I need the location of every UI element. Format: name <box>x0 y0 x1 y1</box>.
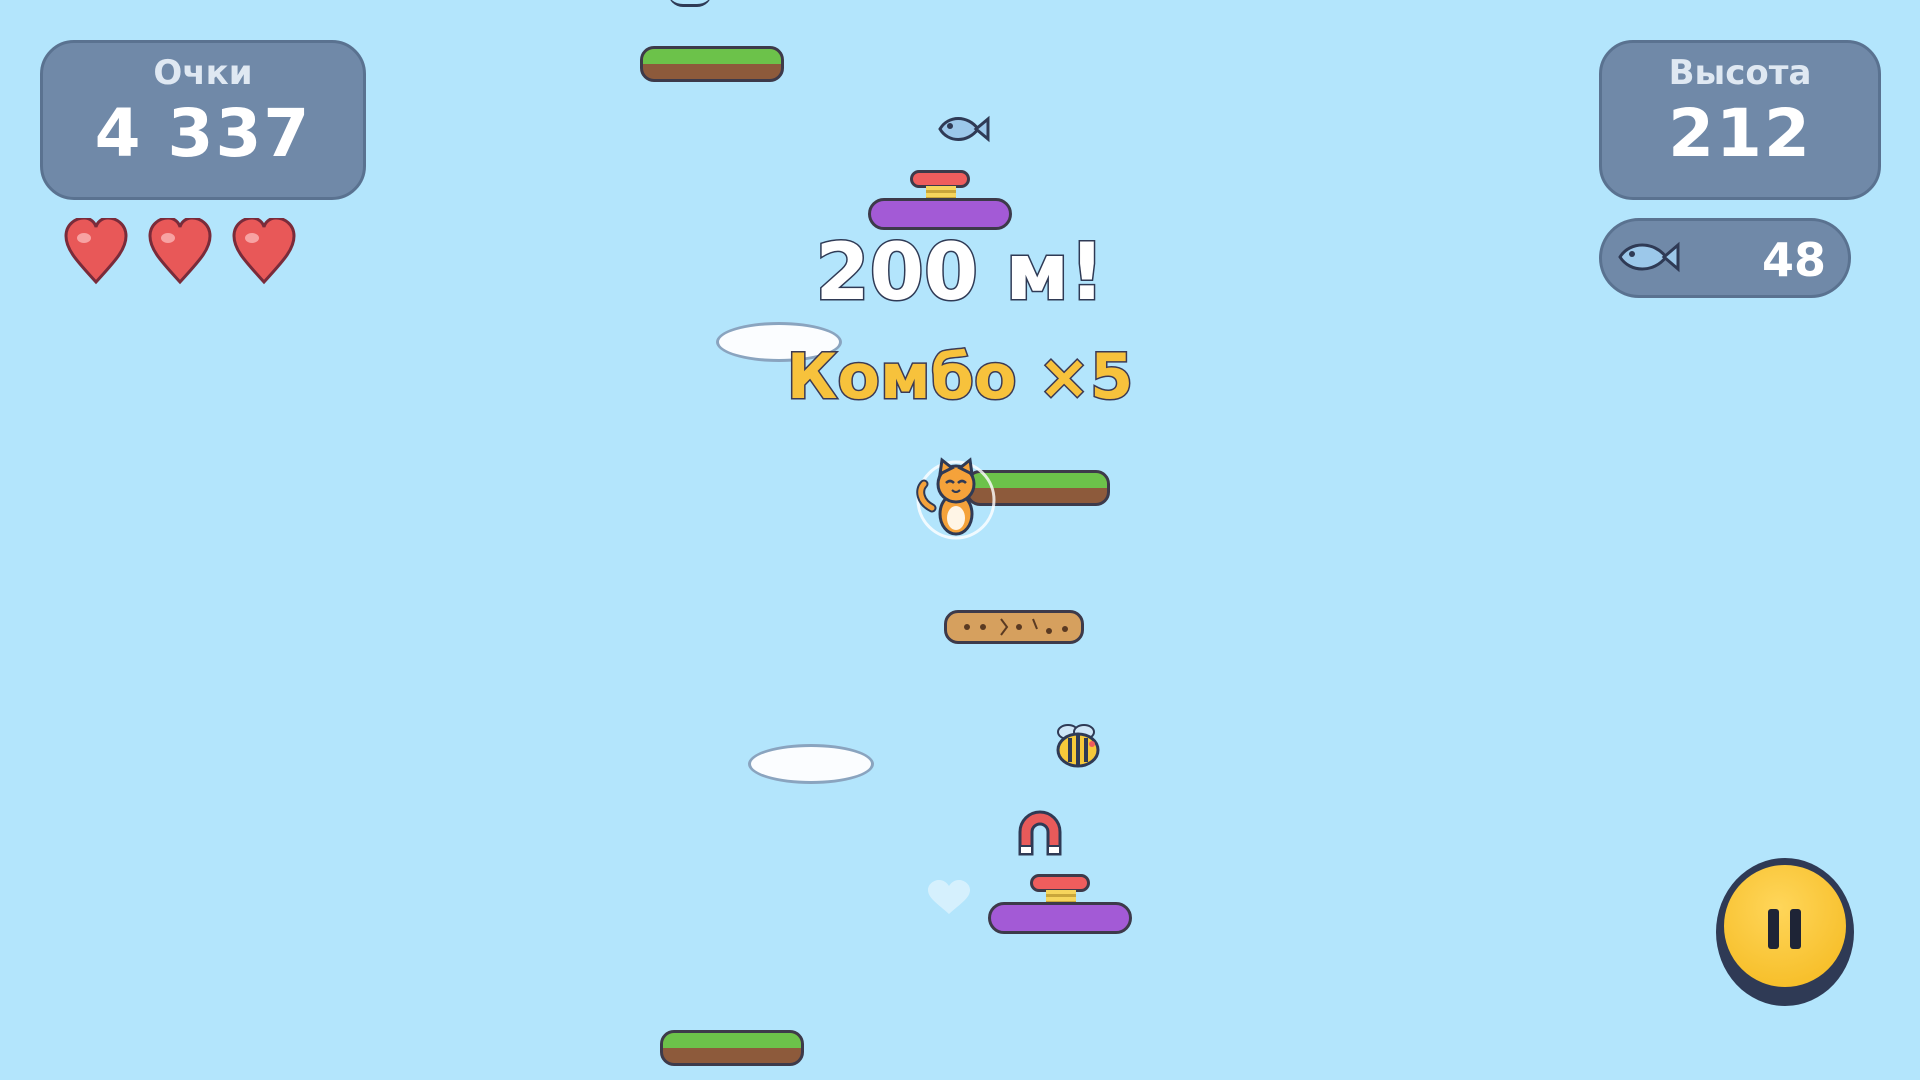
cloud-platform <box>748 744 874 784</box>
milestone-text: 200 м! <box>814 227 1106 320</box>
heart-particle <box>928 880 970 914</box>
cracked-platform <box>944 610 1084 644</box>
heart-icon <box>64 218 128 285</box>
heart-icon <box>148 218 212 285</box>
height-panel: Высота 212 <box>1599 40 1881 200</box>
fish-pickup <box>938 115 990 143</box>
bee-enemy <box>1056 724 1100 768</box>
combo-text: Комбо ×5 <box>785 339 1135 415</box>
height-label: Высота <box>1668 53 1812 93</box>
score-panel: Очки 4 337 <box>40 40 366 200</box>
height-value: 212 <box>1668 95 1812 172</box>
heart-icon <box>232 218 296 285</box>
player-cat <box>916 457 996 540</box>
fish-counter: 48 <box>1599 218 1851 298</box>
score-value: 4 337 <box>94 95 312 172</box>
grass-platform <box>660 1030 804 1066</box>
pause-button[interactable] <box>1716 858 1854 1006</box>
fish-count: 48 <box>1761 233 1826 287</box>
offscreen-object <box>668 0 712 7</box>
grass-platform <box>640 46 784 82</box>
magnet-icon <box>1018 810 1062 856</box>
fish-icon <box>1618 241 1680 273</box>
score-label: Очки <box>153 53 253 93</box>
